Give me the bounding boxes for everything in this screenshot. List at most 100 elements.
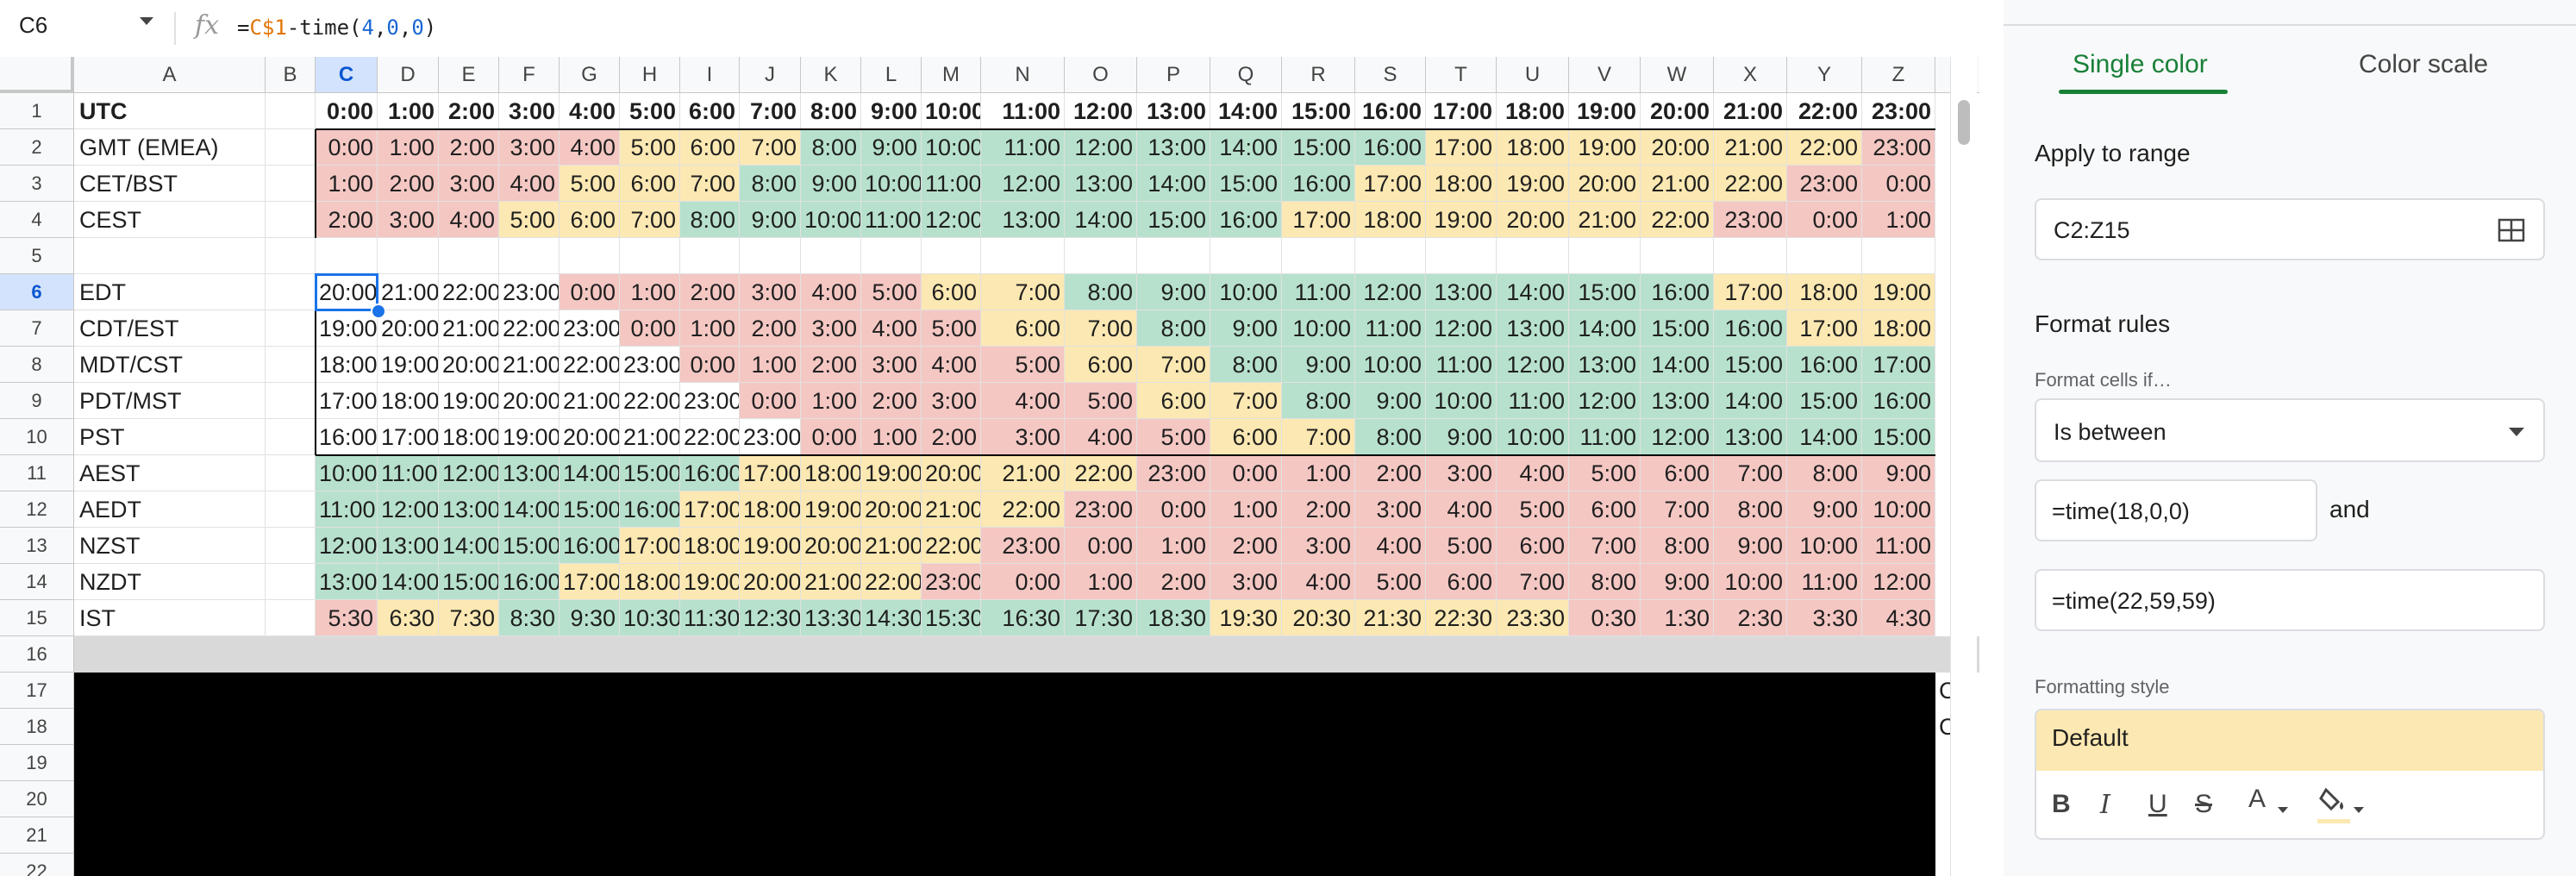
cell[interactable] (266, 166, 316, 202)
row-header-20[interactable]: 20 (0, 781, 74, 817)
time-cell[interactable] (1065, 238, 1137, 274)
time-cell[interactable]: 3:00 (499, 129, 560, 166)
time-cell[interactable]: 21:00 (560, 383, 620, 419)
time-cell[interactable]: 18:00 (680, 528, 740, 564)
time-cell[interactable]: 2:00 (861, 383, 922, 419)
time-cell[interactable]: 23:00 (1862, 129, 1935, 166)
cell[interactable] (266, 238, 316, 274)
time-cell[interactable]: 9:00 (1641, 564, 1714, 600)
time-cell[interactable]: 13:30 (801, 600, 861, 636)
time-cell[interactable]: 21:00 (861, 528, 922, 564)
time-cell[interactable]: 7:00 (1282, 419, 1355, 455)
time-cell[interactable]: 20:00 (439, 347, 499, 383)
time-cell[interactable]: 14:00 (1569, 310, 1641, 347)
time-cell[interactable]: 17:30 (1065, 600, 1137, 636)
cell[interactable] (266, 528, 316, 564)
time-cell[interactable]: 16:00 (620, 491, 680, 528)
time-cell[interactable] (378, 238, 439, 274)
time-cell[interactable]: 20:00 (316, 274, 378, 310)
time-cell[interactable]: 16:00 (1787, 347, 1862, 383)
time-cell[interactable]: 0:00 (1862, 166, 1935, 202)
time-cell[interactable]: 10:00 (1426, 383, 1497, 419)
time-cell[interactable]: 11:00 (861, 202, 922, 238)
time-cell[interactable]: 9:30 (560, 600, 620, 636)
time-cell[interactable]: 17:00 (1862, 347, 1935, 383)
row-header-8[interactable]: 8 (0, 347, 74, 383)
time-cell[interactable]: 12:00 (1862, 564, 1935, 600)
time-cell[interactable]: 19:30 (1210, 600, 1282, 636)
time-cell[interactable]: 22:00 (922, 528, 981, 564)
time-cell[interactable]: 0:00 (1065, 528, 1137, 564)
time-cell[interactable]: 9:00 (1355, 383, 1426, 419)
time-cell[interactable] (801, 238, 861, 274)
time-cell[interactable]: 4:00 (560, 93, 620, 129)
time-cell[interactable]: 0:00 (680, 347, 740, 383)
time-cell[interactable]: 16:00 (1641, 274, 1714, 310)
cell-label[interactable]: PDT/MST (74, 383, 266, 419)
time-cell[interactable]: 7:00 (740, 93, 801, 129)
time-cell[interactable]: 14:00 (439, 528, 499, 564)
time-cell[interactable]: 0:00 (316, 129, 378, 166)
time-cell[interactable]: 11:00 (1862, 528, 1935, 564)
time-cell[interactable]: 15:00 (1282, 129, 1355, 166)
time-cell[interactable]: 6:30 (378, 600, 439, 636)
time-cell[interactable]: 14:00 (1641, 347, 1714, 383)
time-cell[interactable] (1569, 238, 1641, 274)
time-cell[interactable]: 22:00 (560, 347, 620, 383)
time-cell[interactable]: 22:00 (1065, 455, 1137, 491)
time-cell[interactable]: 17:00 (680, 491, 740, 528)
time-cell[interactable]: 4:00 (1426, 491, 1497, 528)
cell[interactable] (266, 564, 316, 600)
time-cell[interactable]: 20:00 (740, 564, 801, 600)
time-cell[interactable]: 23:00 (680, 383, 740, 419)
time-cell[interactable]: 5:00 (620, 129, 680, 166)
time-cell[interactable]: 3:00 (439, 166, 499, 202)
cell[interactable] (266, 202, 316, 238)
time-cell[interactable]: 17:00 (1426, 129, 1497, 166)
time-cell[interactable]: 0:30 (1569, 600, 1641, 636)
time-cell[interactable]: 13:00 (1137, 93, 1210, 129)
time-cell[interactable]: 8:00 (1355, 419, 1426, 455)
time-cell[interactable]: 20:00 (1497, 202, 1569, 238)
time-cell[interactable]: 8:00 (1641, 528, 1714, 564)
time-cell[interactable]: 18:00 (1497, 93, 1569, 129)
row-header-6[interactable]: 6 (0, 274, 74, 310)
cell[interactable] (266, 129, 316, 166)
time-cell[interactable]: 8:00 (740, 166, 801, 202)
time-cell[interactable]: 10:00 (922, 129, 981, 166)
time-cell[interactable]: 6:00 (1210, 419, 1282, 455)
time-cell[interactable]: 2:00 (922, 419, 981, 455)
time-cell[interactable]: 2:00 (740, 310, 801, 347)
time-cell[interactable]: 22:00 (981, 491, 1065, 528)
time-cell[interactable]: 20:00 (560, 419, 620, 455)
time-cell[interactable]: 4:00 (1497, 455, 1569, 491)
row-header-13[interactable]: 13 (0, 528, 74, 564)
time-cell[interactable] (1137, 238, 1210, 274)
grid-select-icon[interactable] (2497, 216, 2526, 245)
cell-label[interactable]: GMT (EMEA) (74, 129, 266, 166)
time-cell[interactable]: 15:00 (1641, 310, 1714, 347)
time-cell[interactable]: 8:00 (680, 202, 740, 238)
time-cell[interactable]: 18:00 (801, 455, 861, 491)
time-cell[interactable] (1787, 238, 1862, 274)
time-cell[interactable]: 23:00 (1787, 166, 1862, 202)
time-cell[interactable]: 11:00 (1426, 347, 1497, 383)
vertical-scrollbar[interactable] (1950, 57, 1977, 876)
time-cell[interactable]: 16:00 (1282, 166, 1355, 202)
row-header-4[interactable]: 4 (0, 202, 74, 238)
time-cell[interactable]: 9:00 (1210, 310, 1282, 347)
time-cell[interactable]: 15:30 (922, 600, 981, 636)
cell-label[interactable]: CET/BST (74, 166, 266, 202)
time-cell[interactable]: 13:00 (378, 528, 439, 564)
time-cell[interactable]: 12:00 (981, 166, 1065, 202)
time-cell[interactable]: 23:00 (1137, 455, 1210, 491)
time-cell[interactable]: 18:00 (1787, 274, 1862, 310)
time-cell[interactable]: 10:00 (1714, 564, 1787, 600)
time-cell[interactable]: 5:00 (560, 166, 620, 202)
time-cell[interactable]: 16:00 (499, 564, 560, 600)
time-cell[interactable]: 19:00 (1569, 129, 1641, 166)
column-header-r[interactable]: R (1282, 57, 1355, 93)
time-cell[interactable]: 18:00 (1862, 310, 1935, 347)
time-cell[interactable]: 14:00 (560, 455, 620, 491)
time-cell[interactable]: 15:00 (1210, 166, 1282, 202)
